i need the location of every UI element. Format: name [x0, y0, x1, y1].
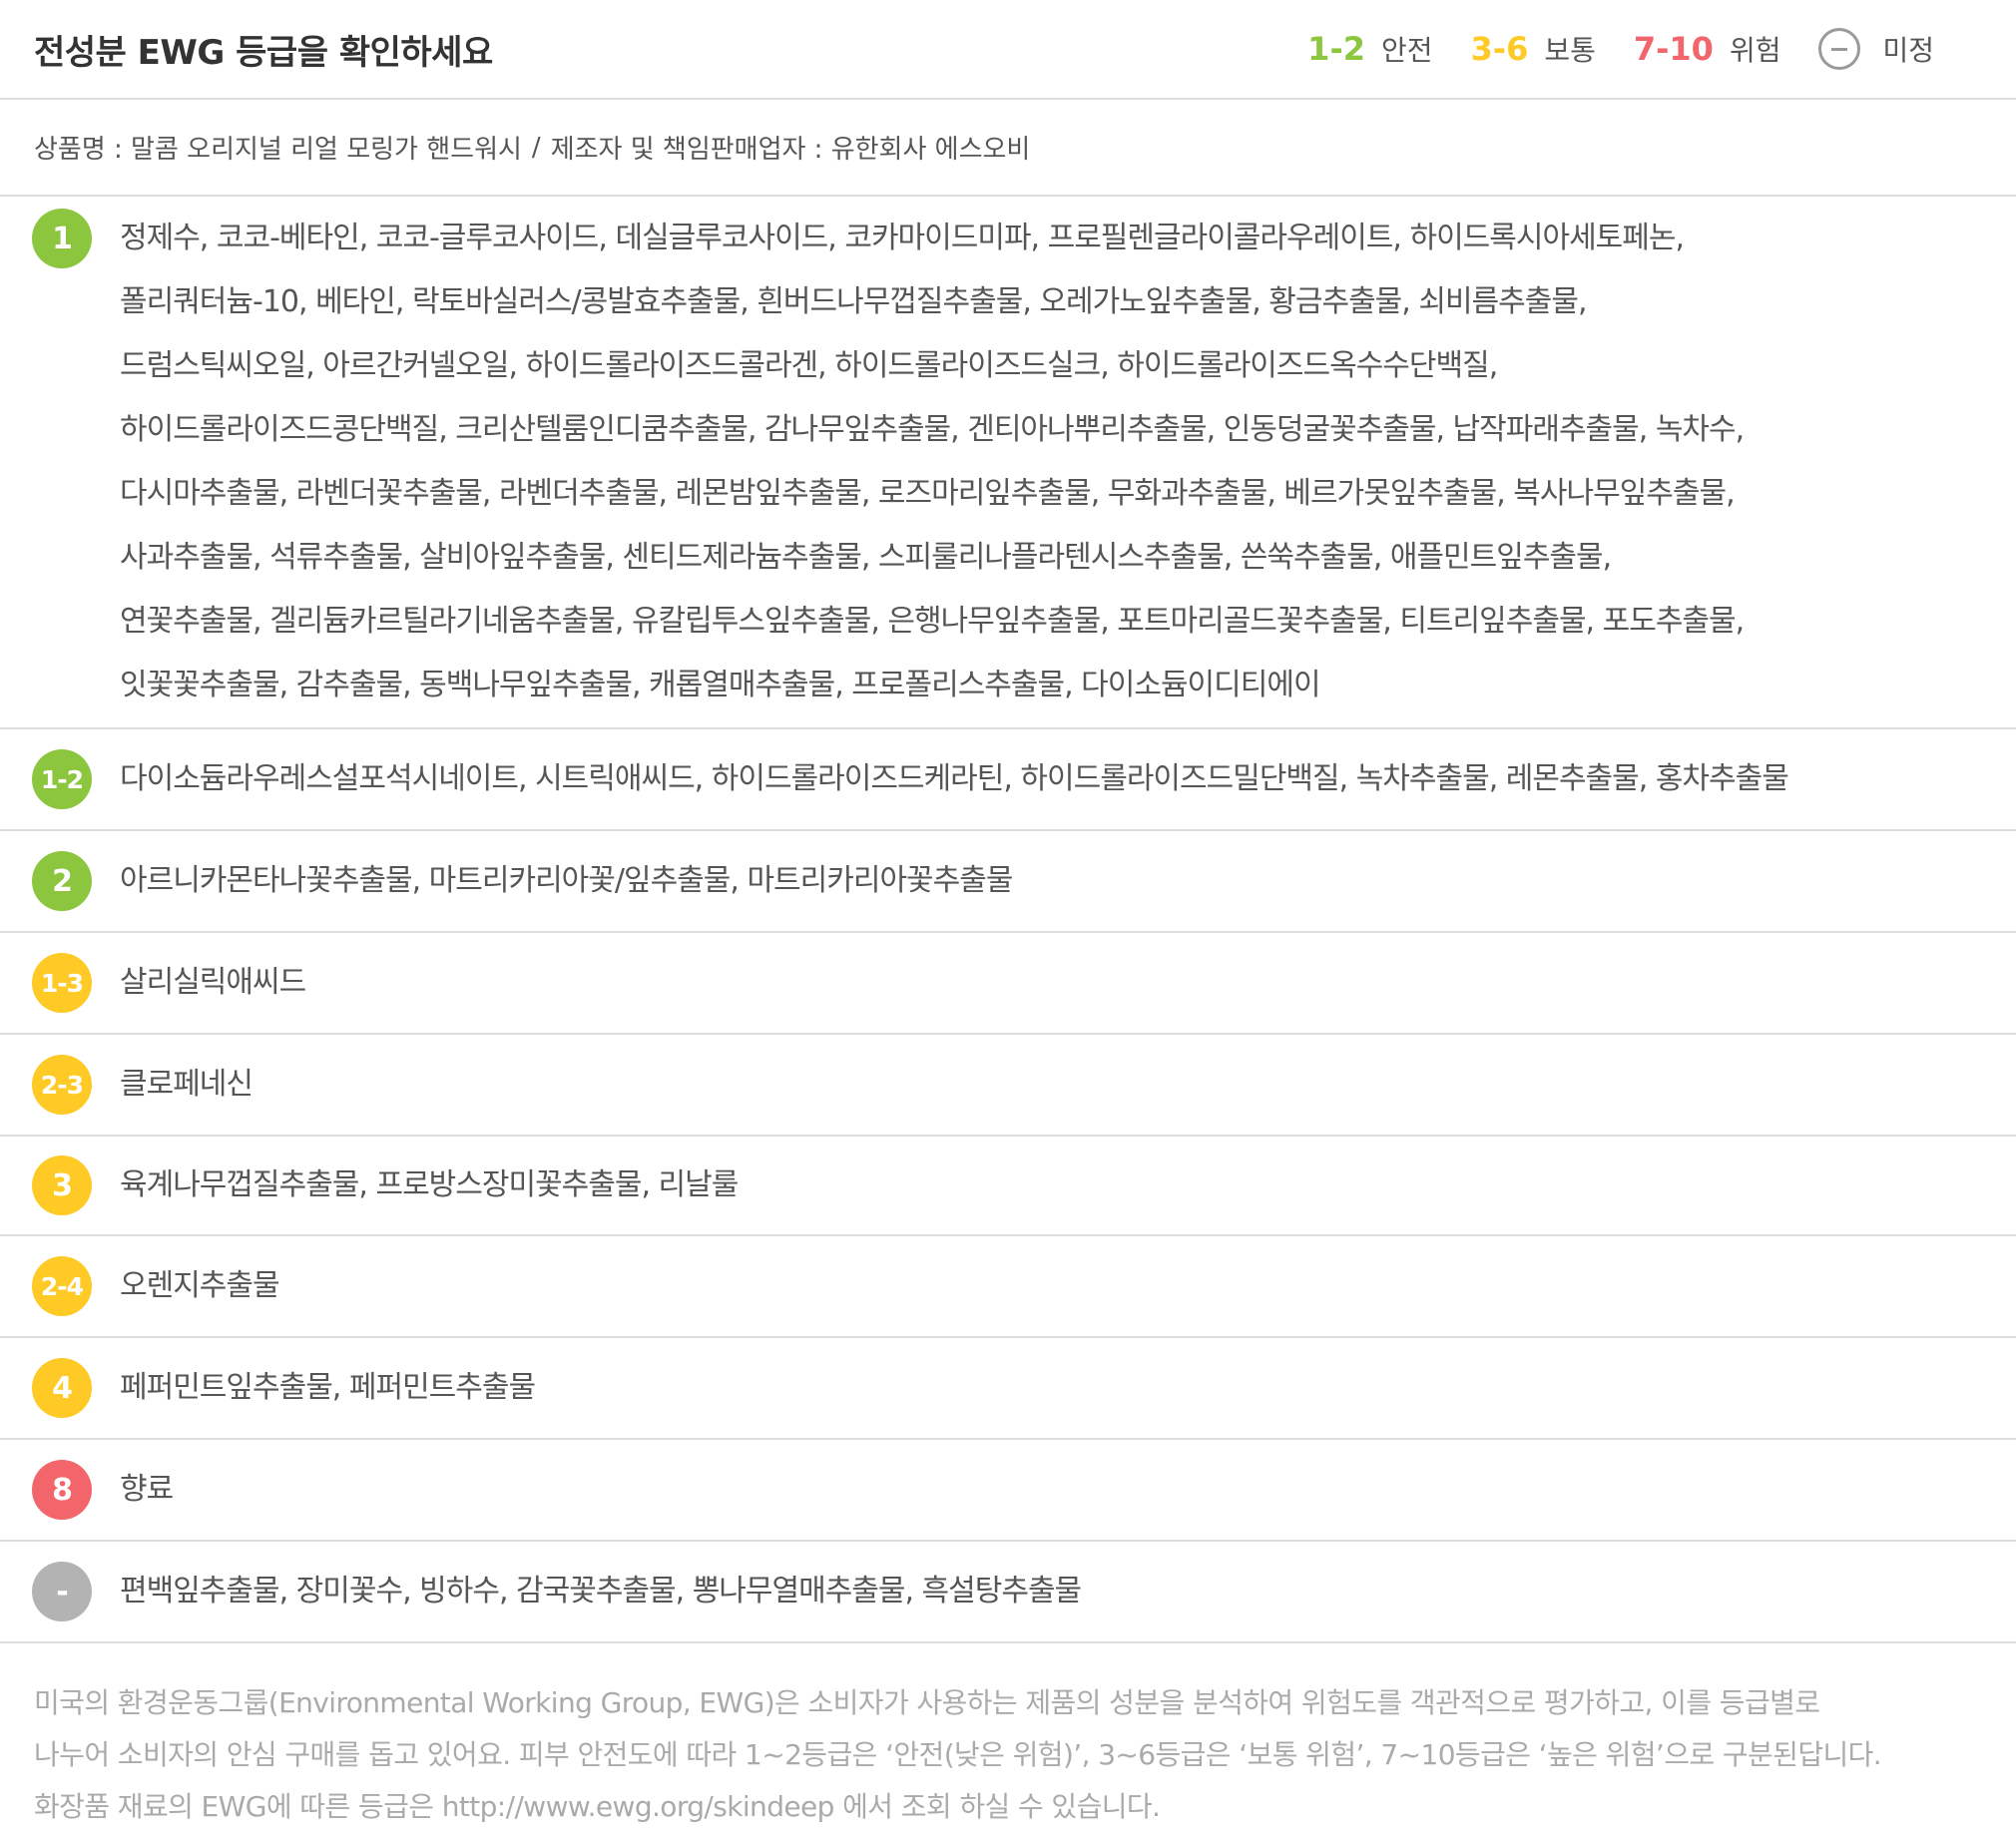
grade-row-2-4: 2-4 오렌지추출물: [0, 1236, 2016, 1338]
product-maker: 제조자 및 책임판매업자 : 유한회사 에스오비: [550, 135, 1031, 165]
ingredient-line: 폴리쿼터늄-10, 베타인, 락토바실러스/콩발효추출물, 흰버드나무껍질추출물…: [120, 284, 1587, 319]
legend-unknown: 미정: [1818, 28, 1934, 70]
legend-safe-range: 1-2: [1307, 30, 1365, 68]
ingredient-list: 페퍼민트잎추출물, 페퍼민트추출물: [120, 1370, 536, 1405]
ingredient-line: 사과추출물, 석류추출물, 살비아잎추출물, 센티드제라늄추출물, 스피룰리나플…: [120, 540, 1612, 575]
ingredient-list: 살리실릭애씨드: [120, 965, 306, 1000]
grade-badge: 2-3: [32, 1055, 92, 1115]
grade-row-2: 2 아르니카몬타나꽃추출물, 마트리카리아꽃/잎추출물, 마트리카리아꽃추출물: [0, 831, 2016, 933]
description-line: 나누어 소비자의 안심 구매를 돕고 있어요. 피부 안전도에 따라 1~2등급…: [34, 1738, 1882, 1771]
page-title: 전성분 EWG 등급을 확인하세요: [34, 32, 493, 73]
grade-row-1-3: 1-3 살리실릭애씨드: [0, 933, 2016, 1035]
description-line: 화장품 재료의 EWG에 따른 등급은 http://www.ewg.org/s…: [34, 1790, 1161, 1823]
product-info: 상품명 : 말콤 오리지널 리얼 모링가 핸드워시 / 제조자 및 책임판매업자…: [0, 100, 2016, 197]
header: 전성분 EWG 등급을 확인하세요 1-2 안전 3-6 보통 7-10 위험 …: [0, 0, 2016, 100]
ingredient-line: 정제수, 코코-베타인, 코코-글루코사이드, 데실글루코사이드, 코카마이드미…: [120, 221, 1685, 255]
ewg-grade-panel: 전성분 EWG 등급을 확인하세요 1-2 안전 3-6 보통 7-10 위험 …: [0, 0, 2016, 1838]
legend-moderate-label: 보통: [1544, 34, 1596, 67]
legend-safe: 1-2 안전: [1307, 29, 1432, 69]
grade-row-8: 8 향료: [0, 1440, 2016, 1542]
ingredient-list: 다이소듐라우레스설포석시네이트, 시트릭애씨드, 하이드롤라이즈드케라틴, 하이…: [120, 761, 1789, 796]
grade-legend: 1-2 안전 3-6 보통 7-10 위험 미정: [1269, 28, 1934, 70]
legend-safe-label: 안전: [1380, 34, 1433, 67]
grade-row-1-2: 1-2 다이소듐라우레스설포석시네이트, 시트릭애씨드, 하이드롤라이즈드케라틴…: [0, 729, 2016, 831]
grade-badge: 1-2: [32, 749, 92, 809]
legend-moderate-range: 3-6: [1470, 30, 1529, 68]
grade-badge: 1: [32, 209, 92, 268]
description-line: 미국의 환경운동그룹(Environmental Working Group, …: [34, 1686, 1820, 1719]
grade-badge: 2-4: [32, 1256, 92, 1316]
ingredient-line: 다시마추출물, 라벤더꽃추출물, 라벤더추출물, 레몬밤잎추출물, 로즈마리잎추…: [120, 476, 1736, 511]
grade-row-2-3: 2-3 클로페네신: [0, 1035, 2016, 1137]
ingredient-list: 편백잎추출물, 장미꽃수, 빙하수, 감국꽃추출물, 뽕나무열매추출물, 흑설탕…: [120, 1574, 1082, 1608]
grade-badge: 4: [32, 1358, 92, 1418]
ingredient-list: 오렌지추출물: [120, 1268, 280, 1303]
ingredient-line: 하이드롤라이즈드콩단백질, 크리산텔룸인디쿰추출물, 감나무잎추출물, 겐티아나…: [120, 412, 1745, 447]
ingredient-line: 연꽃추출물, 겔리듐카르틸라기네움추출물, 유칼립투스잎추출물, 은행나무잎추출…: [120, 604, 1745, 639]
ingredient-list: 아르니카몬타나꽃추출물, 마트리카리아꽃/잎추출물, 마트리카리아꽃추출물: [120, 863, 1013, 898]
ingredient-line: 잇꽃꽃추출물, 감추출물, 동백나무잎추출물, 캐롭열매추출물, 프로폴리스추출…: [120, 668, 1321, 702]
legend-danger: 7-10 위험: [1634, 29, 1781, 69]
ewg-description: 미국의 환경운동그룹(Environmental Working Group, …: [0, 1643, 2016, 1833]
legend-moderate: 3-6 보통: [1471, 29, 1596, 69]
grade-badge: 1-3: [32, 953, 92, 1013]
legend-unknown-label: 미정: [1882, 34, 1934, 67]
product-separator: /: [531, 132, 541, 163]
legend-danger-label: 위험: [1729, 34, 1781, 67]
product-name: 상품명 : 말콤 오리지널 리얼 모링가 핸드워시: [34, 135, 522, 165]
grade-badge: 2: [32, 851, 92, 911]
ingredient-list: 정제수, 코코-베타인, 코코-글루코사이드, 데실글루코사이드, 코카마이드미…: [120, 207, 1745, 717]
grade-row-1: 1 정제수, 코코-베타인, 코코-글루코사이드, 데실글루코사이드, 코카마이…: [0, 197, 2016, 729]
grade-row-3: 3 육계나무껍질추출물, 프로방스장미꽃추출물, 리날룰: [0, 1137, 2016, 1236]
grade-row-unknown: - 편백잎추출물, 장미꽃수, 빙하수, 감국꽃추출물, 뽕나무열매추출물, 흑…: [0, 1542, 2016, 1643]
minus-circle-icon: [1818, 28, 1861, 70]
ingredient-line: 드럼스틱씨오일, 아르간커넬오일, 하이드롤라이즈드콜라겐, 하이드롤라이즈드실…: [120, 348, 1498, 383]
grade-badge: 3: [32, 1155, 92, 1215]
legend-danger-range: 7-10: [1633, 30, 1714, 68]
grade-row-4: 4 페퍼민트잎추출물, 페퍼민트추출물: [0, 1338, 2016, 1440]
grade-badge: -: [32, 1562, 92, 1621]
ingredient-list: 육계나무껍질추출물, 프로방스장미꽃추출물, 리날룰: [120, 1167, 739, 1202]
ingredient-list: 향료: [120, 1472, 174, 1507]
ingredient-list: 클로페네신: [120, 1067, 253, 1102]
grade-badge: 8: [32, 1460, 92, 1520]
